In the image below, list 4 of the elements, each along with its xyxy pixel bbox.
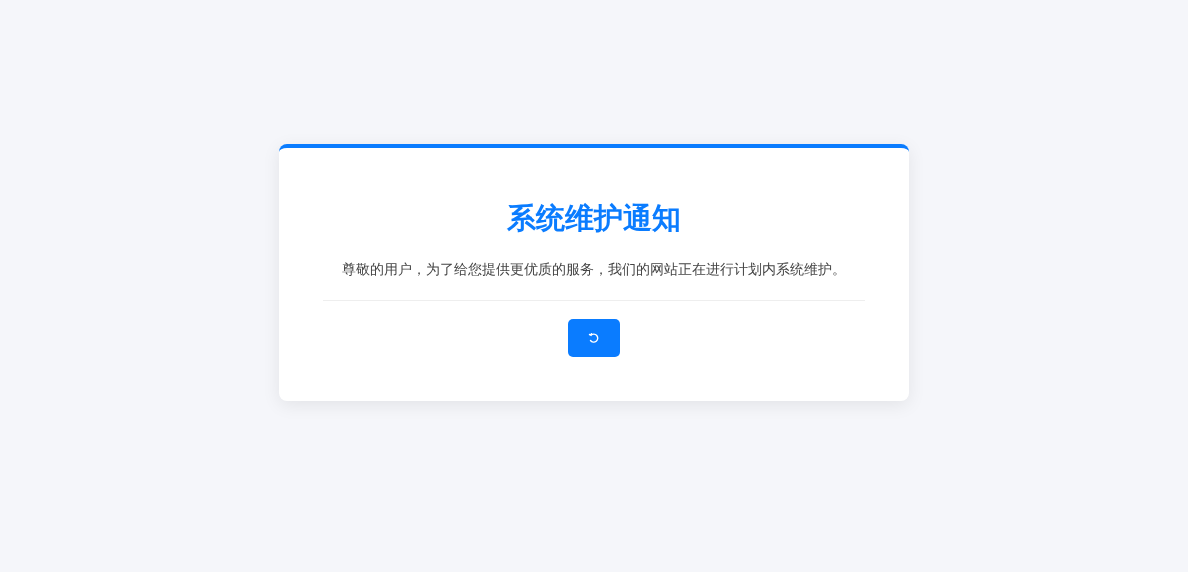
refresh-button[interactable]: [568, 319, 620, 357]
notice-message: 尊敬的用户，为了给您提供更优质的服务，我们的网站正在进行计划内系统维护。: [341, 260, 847, 279]
refresh-icon: [588, 332, 600, 344]
notice-title: 系统维护通知: [506, 200, 682, 237]
